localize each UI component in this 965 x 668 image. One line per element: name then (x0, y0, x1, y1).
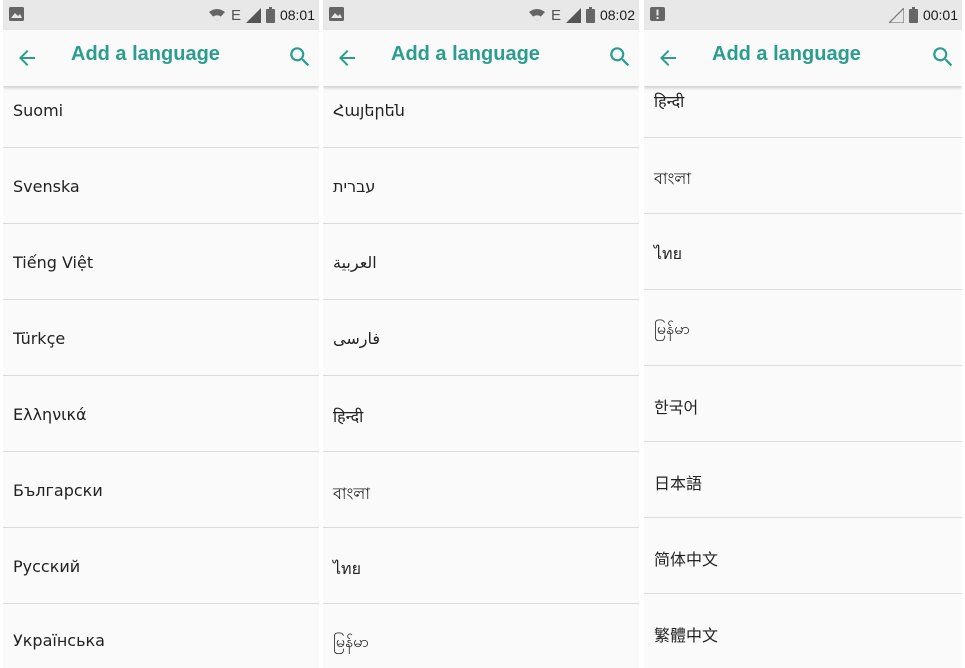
phone-screen-3: 00:01 Add a language हिन्दी বাংলা ไทย မြ… (644, 0, 962, 668)
search-icon[interactable] (287, 44, 313, 70)
phone-screen-2: E 08:02 Add a language Հայերեն עברית الع… (323, 0, 639, 668)
arrow-left-icon[interactable] (335, 46, 359, 70)
language-label: Suomi (13, 101, 64, 120)
image-notification-icon (9, 7, 24, 21)
language-label: 简体中文 (654, 550, 719, 569)
clock: 08:01 (279, 7, 315, 23)
status-bar: E 08:02 (323, 0, 639, 30)
language-item[interactable]: ไทย (644, 214, 962, 290)
language-label: Українська (13, 631, 105, 650)
language-item[interactable]: Հայերեն (323, 86, 639, 148)
language-item[interactable]: Български (3, 452, 319, 528)
page-title: Add a language (391, 43, 540, 65)
language-item[interactable]: 简体中文 (644, 518, 962, 594)
status-bar: E 08:01 (3, 0, 319, 30)
language-item[interactable]: हिन्दी (323, 376, 639, 452)
battery-icon (908, 7, 918, 23)
page-title: Add a language (712, 43, 861, 65)
language-item[interactable]: Українська (3, 604, 319, 668)
language-item[interactable]: မြန်မာ (323, 604, 639, 668)
language-item[interactable]: বাংলা (644, 138, 962, 214)
app-bar: Add a language (644, 30, 962, 86)
language-label: فارسی (333, 329, 380, 348)
language-label: Tiếng Việt (13, 253, 94, 272)
phone-screen-1: E 08:01 Add a language Suomi Svenska Tiế… (3, 0, 319, 668)
network-type: E (230, 6, 241, 24)
language-item[interactable]: မြန်မာ (644, 290, 962, 366)
search-icon[interactable] (607, 44, 633, 70)
language-item[interactable]: עברית (323, 148, 639, 224)
cell-signal-icon (888, 7, 904, 23)
language-label: 日本語 (654, 474, 703, 493)
language-item[interactable]: Tiếng Việt (3, 224, 319, 300)
cell-signal-icon (565, 7, 581, 23)
app-bar: Add a language (323, 30, 639, 86)
language-label: ไทย (333, 559, 361, 578)
language-label: မြန်မာ (654, 319, 690, 338)
app-bar: Add a language (3, 30, 319, 86)
language-label: 한국어 (654, 398, 699, 417)
battery-icon (585, 7, 595, 23)
image-notification-icon (329, 7, 344, 21)
language-item[interactable]: 한국어 (644, 366, 962, 442)
wifi-icon (208, 9, 225, 21)
language-item[interactable]: 日本語 (644, 442, 962, 518)
clock: 00:01 (922, 7, 958, 23)
language-item[interactable]: Türkçe (3, 300, 319, 376)
page-title: Add a language (71, 43, 220, 65)
language-label: ไทย (654, 244, 682, 263)
language-label: العربية (333, 253, 377, 272)
language-label: Հայերեն (333, 101, 405, 120)
language-label: हिन्दी (654, 92, 685, 111)
language-list: Հայերեն עברית العربية فارسی हिन्दी বাংলা… (323, 86, 639, 668)
language-list: Suomi Svenska Tiếng Việt Türkçe Ελληνικά… (3, 86, 319, 668)
language-label: Türkçe (13, 329, 66, 348)
status-bar: 00:01 (644, 0, 962, 30)
arrow-left-icon[interactable] (656, 46, 680, 70)
language-label: Ελληνικά (13, 405, 87, 424)
cell-signal-icon (245, 7, 261, 23)
language-item[interactable]: हिन्दी (644, 86, 962, 138)
language-item[interactable]: Suomi (3, 86, 319, 148)
language-label: עברית (333, 177, 376, 196)
wifi-icon (528, 9, 545, 21)
language-item[interactable]: Ελληνικά (3, 376, 319, 452)
language-label: Svenska (13, 177, 80, 196)
clock: 08:02 (599, 7, 635, 23)
language-item[interactable]: Русский (3, 528, 319, 604)
search-icon[interactable] (930, 44, 956, 70)
language-item[interactable]: فارسی (323, 300, 639, 376)
language-label: 繁體中文 (654, 626, 719, 645)
language-label: বাংলা (333, 484, 370, 503)
language-label: မြန်မာ (333, 632, 369, 651)
battery-icon (265, 7, 275, 23)
language-item[interactable]: العربية (323, 224, 639, 300)
language-item[interactable]: বাংলা (323, 452, 639, 528)
language-item[interactable]: 繁體中文 (644, 594, 962, 668)
language-label: Български (13, 481, 103, 500)
language-label: Русский (13, 557, 81, 576)
network-type: E (550, 6, 561, 24)
arrow-left-icon[interactable] (15, 46, 39, 70)
language-item[interactable]: ไทย (323, 528, 639, 604)
language-list: हिन्दी বাংলা ไทย မြန်မာ 한국어 日本語 简体中文 繁體中… (644, 86, 962, 668)
language-label: हिन्दी (333, 407, 364, 426)
language-item[interactable]: Svenska (3, 148, 319, 224)
alert-notification-icon (650, 7, 665, 21)
language-label: বাংলা (654, 169, 691, 188)
